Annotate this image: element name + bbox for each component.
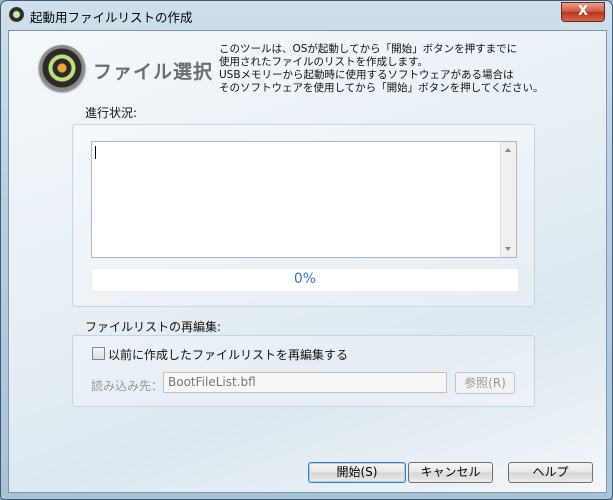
reedit-checkbox[interactable]: [92, 347, 105, 360]
file-path-input[interactable]: BootFileList.bfl: [163, 372, 447, 393]
title-bar[interactable]: 起動用ファイルリストの作成 X: [1, 1, 612, 29]
reedit-label: ファイルリストの再編集:: [85, 320, 222, 334]
reedit-checkbox-label[interactable]: 以前に作成したファイルリストを再編集する: [108, 346, 348, 363]
description-line: このツールは、OSが起動してから「開始」ボタンを押すまでに: [219, 43, 518, 55]
dialog-client-area: ファイル選択 このツールは、OSが起動してから「開始」ボタンを押すまでに 使用さ…: [8, 30, 607, 493]
start-button[interactable]: 開始(S): [308, 462, 406, 483]
scroll-down-arrow-icon[interactable]: [505, 247, 511, 251]
window-title: 起動用ファイルリストの作成: [30, 10, 193, 25]
text-caret: [95, 146, 96, 159]
progress-percent: 0%: [293, 271, 317, 287]
dialog-window: 起動用ファイルリストの作成 X ファイル選択 このツールは、OSが起動してから「…: [0, 0, 613, 500]
cancel-button[interactable]: キャンセル: [408, 462, 493, 483]
log-textarea[interactable]: [91, 141, 517, 258]
browse-button[interactable]: 参照(R): [455, 372, 515, 394]
progress-label: 進行状況:: [85, 106, 138, 120]
progress-bar: 0%: [91, 268, 519, 292]
app-icon: [9, 7, 24, 22]
help-button[interactable]: ヘルプ: [508, 462, 593, 483]
log-scrollbar[interactable]: [500, 142, 516, 257]
description-text: このツールは、OSが起動してから「開始」ボタンを押すまでに 使用されたファイルの…: [219, 43, 599, 95]
read-location-label: 読み込み先：: [91, 379, 164, 393]
page-title: ファイル選択: [93, 61, 214, 83]
scroll-up-arrow-icon[interactable]: [505, 148, 511, 152]
disc-icon: [39, 45, 85, 91]
description-line: そのソフトウェアを使用してから「開始」ボタンを押してください。: [219, 82, 544, 94]
description-line: USBメモリーから起動時に使用するソフトウェアがある場合は: [219, 69, 514, 81]
description-line: 使用されたファイルのリストを作成します。: [219, 56, 428, 68]
close-button[interactable]: X: [561, 2, 605, 22]
